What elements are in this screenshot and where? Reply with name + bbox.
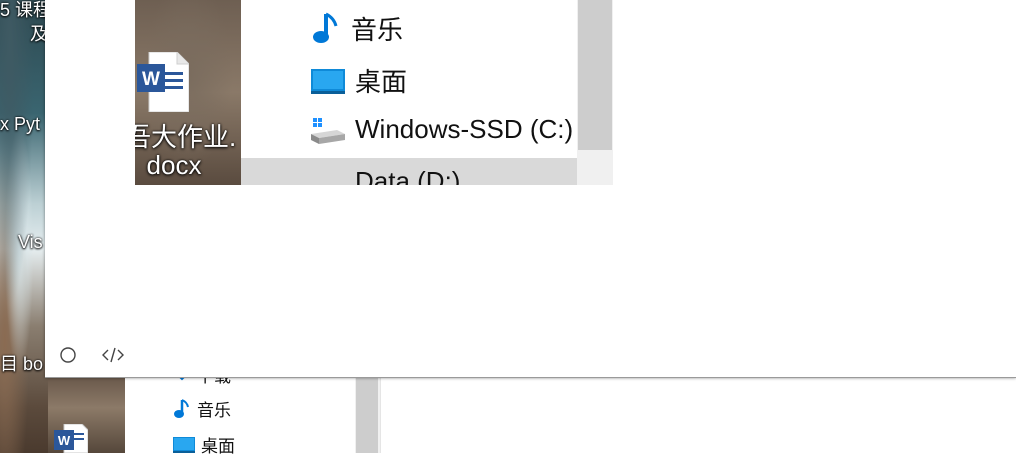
nav-item-label: 音乐 (197, 401, 231, 420)
nav-item-label: Data (D:) (355, 166, 461, 185)
nav-item-music[interactable]: 音乐 (173, 396, 231, 421)
desktop-item-label[interactable]: x Pyt (0, 114, 40, 135)
divider (613, 0, 615, 185)
code-icon[interactable] (101, 345, 125, 365)
svg-text:W: W (58, 433, 71, 448)
background-explorer-nav (125, 378, 355, 453)
word-file-icon[interactable]: W (54, 423, 89, 454)
svg-text:W: W (142, 69, 160, 90)
desktop-icon (311, 67, 345, 95)
desktop-wallpaper (0, 0, 48, 453)
drive-icon (311, 116, 345, 144)
drive-icon (311, 168, 345, 186)
file-name-label[interactable]: docx (135, 150, 227, 181)
music-note-icon (311, 12, 341, 46)
music-note-icon (173, 398, 191, 420)
nav-item-label: 桌面 (201, 437, 235, 456)
nav-item-c-drive[interactable]: Windows-SSD (C:) (311, 114, 573, 145)
nav-item-label: Windows-SSD (C:) (355, 114, 574, 144)
desktop-item-label[interactable]: Vis (18, 232, 43, 253)
desktop-item-label[interactable]: 5 课程 (0, 0, 51, 22)
scrollbar-thumb[interactable] (356, 378, 378, 453)
nav-item-label: 桌面 (355, 67, 408, 97)
scrollbar-thumb[interactable] (578, 0, 612, 150)
background-explorer-content (380, 378, 1016, 453)
embedded-screenshot: W 吾大作业. docx 音乐 桌面 Windows-SSD (C:) Data… (135, 0, 615, 185)
nav-item-d-drive[interactable]: Data (D:) (311, 166, 460, 185)
nav-item-desktop[interactable]: 桌面 (173, 432, 235, 457)
desktop-item-label[interactable]: 目 bo (0, 350, 43, 376)
nav-item-desktop[interactable]: 桌面 (311, 62, 407, 99)
desktop-icon (173, 436, 195, 453)
word-file-icon[interactable]: W (137, 51, 190, 113)
nav-item-label: 音乐 (351, 15, 404, 45)
file-name-label[interactable]: 吾大作业. (135, 117, 236, 154)
nav-item-music[interactable]: 音乐 (311, 10, 403, 47)
main-window: W 吾大作业. docx 音乐 桌面 Windows-SSD (C:) Data… (45, 0, 1016, 378)
circle-icon[interactable] (58, 345, 78, 365)
